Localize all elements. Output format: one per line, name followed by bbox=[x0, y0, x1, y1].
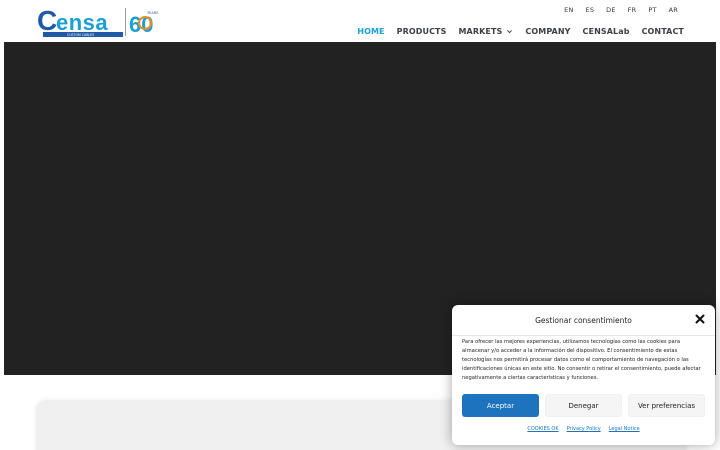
lang-fr[interactable]: FR bbox=[622, 6, 643, 14]
lang-de[interactable]: DE bbox=[600, 6, 622, 14]
nav-contact[interactable]: CONTACT bbox=[642, 27, 684, 36]
nav-home[interactable]: HOME bbox=[357, 27, 384, 36]
nav-markets[interactable]: MARKETS bbox=[458, 27, 513, 36]
svg-text:CUSTOM CABLES: CUSTOM CABLES bbox=[67, 33, 94, 37]
privacy-policy-link[interactable]: Privacy Policy bbox=[567, 426, 601, 432]
nav-products[interactable]: PRODUCTS bbox=[397, 27, 447, 36]
main-nav: HOME PRODUCTS MARKETS COMPANY CENSALab C… bbox=[345, 27, 684, 36]
censa-logo[interactable]: C ensa CUSTOM CABLES 60 YEARS bbox=[37, 5, 161, 39]
preferences-button[interactable]: Ver preferencias bbox=[628, 394, 705, 417]
cookie-divider bbox=[452, 335, 715, 336]
lang-es[interactable]: ES bbox=[580, 6, 601, 14]
language-switcher: EN ES DE FR PT AR bbox=[558, 6, 684, 14]
nav-censalab[interactable]: CENSALab bbox=[583, 27, 630, 36]
svg-text:ensa: ensa bbox=[56, 10, 108, 35]
close-icon[interactable] bbox=[695, 314, 705, 324]
deny-button[interactable]: Denegar bbox=[545, 394, 622, 417]
nav-company[interactable]: COMPANY bbox=[525, 27, 570, 36]
cookie-consent-modal: Gestionar consentimiento Para ofrecer la… bbox=[452, 305, 715, 445]
nav-markets-label: MARKETS bbox=[458, 27, 503, 36]
lang-en[interactable]: EN bbox=[558, 6, 579, 14]
chevron-down-icon bbox=[507, 30, 513, 34]
legal-notice-link[interactable]: Legal Notice bbox=[609, 426, 640, 432]
cookie-links: COOKIES OK Privacy Policy Legal Notice bbox=[452, 426, 715, 432]
site-header: C ensa CUSTOM CABLES 60 YEARS EN ES DE F… bbox=[0, 0, 720, 42]
cookie-title: Gestionar consentimiento bbox=[535, 316, 632, 325]
lang-pt[interactable]: PT bbox=[642, 6, 662, 14]
cookie-body-text: Para ofrecer las mejores experiencias, u… bbox=[462, 339, 701, 381]
svg-text:YEARS: YEARS bbox=[147, 11, 159, 15]
cookies-ok-link[interactable]: COOKIES OK bbox=[527, 426, 558, 432]
lang-ar[interactable]: AR bbox=[663, 6, 684, 14]
svg-text:C: C bbox=[37, 5, 57, 36]
accept-button[interactable]: Aceptar bbox=[462, 394, 539, 417]
